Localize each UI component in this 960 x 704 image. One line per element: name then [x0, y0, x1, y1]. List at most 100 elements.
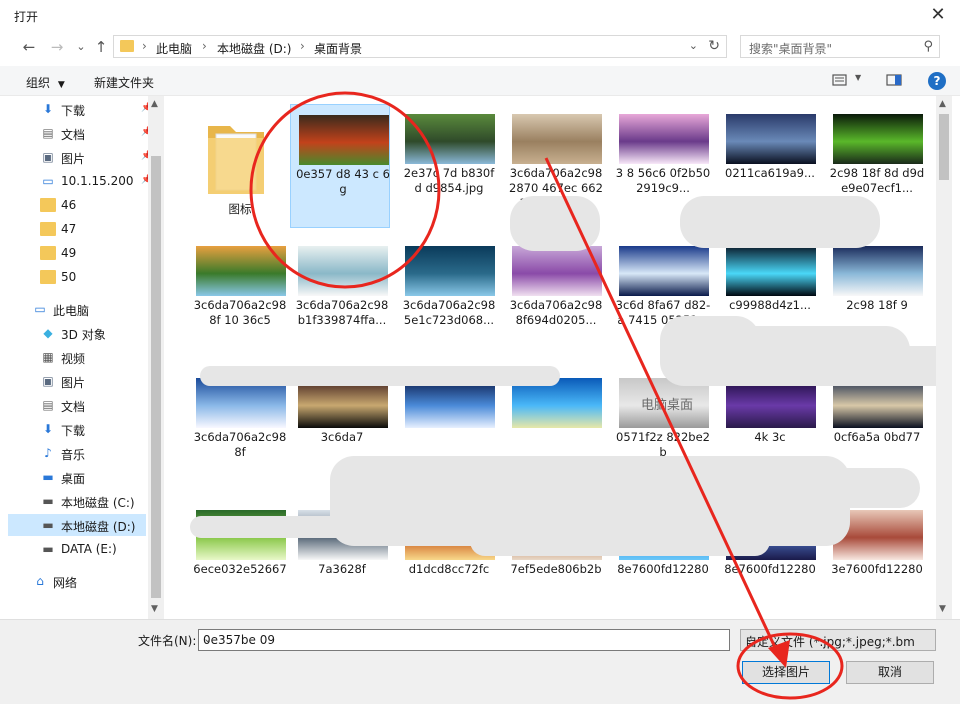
breadcrumb-drive-d[interactable]: 本地磁盘 (D:)	[217, 40, 291, 57]
breadcrumb-desktop-backgrounds[interactable]: 桌面背景	[314, 40, 362, 57]
sidebar-item[interactable]: ▣ 图片	[8, 370, 146, 392]
cancel-button[interactable]: 取消	[846, 661, 934, 684]
privacy-blur	[680, 196, 880, 248]
sidebar-item-label: 本地磁盘 (C:)	[61, 496, 135, 510]
sidebar-item-label: 下载	[61, 104, 86, 118]
organize-label: 组织	[26, 76, 51, 90]
sidebar-item-label: 视频	[61, 352, 86, 366]
file-item[interactable]: 3c6da706a2c98 8f694d0205...	[504, 236, 604, 360]
image-thumbnail	[833, 246, 923, 296]
folder-item[interactable]: 图标	[188, 104, 288, 228]
file-name-label: 3c6da706a2c98 8f694d0205...	[509, 298, 603, 327]
sidebar-item-label: 图片	[61, 376, 86, 390]
sidebar-item[interactable]: ▤ 文档 📌	[8, 122, 152, 144]
sidebar-item[interactable]: ▭ 10.1.15.200 📌	[8, 170, 152, 192]
sidebar-item[interactable]: ▦ 视频	[8, 346, 146, 368]
sidebar-item[interactable]: ▤ 文档	[8, 394, 146, 416]
file-item[interactable]: 3c6da706a2c98 8f	[188, 368, 288, 492]
sidebar-item[interactable]: ▬ DATA (E:)	[8, 538, 146, 560]
sidebar-item-label: 音乐	[61, 448, 86, 462]
chevron-right-icon[interactable]: ›	[202, 39, 207, 53]
file-type-filter[interactable]: 自定义文件 (*.jpg;*.jpeg;*.bmp;*. ⌄	[740, 629, 936, 651]
sidebar-item[interactable]: ⬇ 下载 📌	[8, 98, 152, 120]
filename-label: 文件名(N):	[138, 634, 197, 648]
network-icon: ⌂	[36, 574, 44, 588]
sidebar-item[interactable]: ▣ 图片 📌	[8, 146, 152, 168]
search-icon[interactable]: ⚲	[923, 39, 933, 54]
up-arrow-icon[interactable]: ↑	[92, 38, 110, 56]
scroll-down-icon[interactable]: ▼	[939, 604, 946, 614]
back-arrow-icon[interactable]: ←	[20, 38, 38, 56]
file-list-scrollbar[interactable]: ▲ ▼	[936, 96, 952, 619]
computer-icon: ▭	[34, 302, 46, 316]
chevron-right-icon[interactable]: ›	[300, 39, 305, 53]
sidebar-item[interactable]: ⬇ 下载	[8, 418, 146, 440]
sidebar-item[interactable]: 46	[8, 194, 146, 216]
chevron-down-icon[interactable]: ⌄	[203, 632, 725, 645]
file-name-label: 图标	[228, 202, 252, 216]
chevron-right-icon[interactable]: ›	[142, 39, 147, 53]
sidebar-item[interactable]: ▬ 桌面	[8, 466, 146, 488]
breadcrumb-this-pc[interactable]: 此电脑	[156, 40, 192, 57]
sidebar-item[interactable]: ♪ 音乐	[8, 442, 146, 464]
organize-menu[interactable]: 组织 ▼	[26, 74, 65, 91]
search-placeholder: 搜索"桌面背景"	[749, 42, 833, 56]
download-icon: ⬇	[42, 102, 54, 116]
recent-locations-icon[interactable]: ⌄	[72, 38, 90, 56]
sidebar-item-label: 49	[61, 246, 77, 260]
file-item[interactable]: 2e37c 7d b830f d d9854.jpg	[397, 104, 497, 228]
file-name-label: d1dcd8cc72fc	[408, 562, 490, 576]
sidebar-scrollbar[interactable]: ▲ ▼	[148, 96, 164, 619]
help-icon[interactable]: ?	[928, 72, 946, 90]
picture-icon: ▣	[42, 374, 54, 388]
file-name-label: 3c6da7	[320, 430, 364, 444]
file-item[interactable]: 3c6da706a2c98 5e1c723d068...	[397, 236, 497, 360]
sidebar-item[interactable]: 47	[8, 218, 146, 240]
scrollbar-thumb[interactable]	[939, 114, 949, 180]
image-thumbnail	[196, 246, 286, 296]
view-options-icon[interactable]	[832, 73, 848, 89]
chevron-down-icon[interactable]: ⌄	[745, 632, 915, 645]
sidebar-item[interactable]: 50	[8, 266, 146, 288]
file-name-label: 3c6da706a2c98 8f 10 36c5	[193, 298, 287, 327]
refresh-icon[interactable]: ↻	[708, 38, 720, 54]
folder-icon	[40, 222, 56, 236]
file-item[interactable]: 3c6da706a2c98 8f 10 36c5	[188, 236, 288, 360]
sidebar-item[interactable]: ⌂ 网络	[8, 570, 146, 592]
file-name-label: 3e7600fd12280	[831, 562, 923, 576]
file-list: 图标 0e357 d8 43 c 6 g 2e37c 7d b830f d d985…	[170, 96, 936, 619]
sidebar-item-label: 47	[61, 222, 77, 236]
chevron-down-icon[interactable]: ⌄	[689, 39, 698, 52]
close-icon[interactable]: ✕	[928, 4, 948, 26]
sidebar-item[interactable]: ▭ 此电脑	[8, 298, 146, 320]
privacy-blur	[830, 346, 936, 386]
sidebar-item[interactable]: 49	[8, 242, 146, 264]
desktop-icon: ▬	[42, 470, 54, 484]
image-thumbnail	[405, 246, 495, 296]
scroll-up-icon[interactable]: ▲	[151, 99, 158, 109]
scroll-down-icon[interactable]: ▼	[151, 604, 158, 614]
sidebar-item[interactable]: ▬ 本地磁盘 (C:)	[8, 490, 146, 512]
search-box[interactable]: 搜索"桌面背景" ⚲	[740, 35, 940, 58]
caret-down-icon[interactable]: ▼	[855, 73, 861, 89]
sidebar-item[interactable]: ▬ 本地磁盘 (D:)	[8, 514, 146, 536]
filename-field[interactable]: 0e357be 09 ⌄	[198, 629, 730, 651]
file-item[interactable]: 0e357 d8 43 c 6 g	[290, 104, 390, 228]
drive-icon: ▬	[42, 542, 54, 556]
sidebar-item[interactable]: ◆ 3D 对象	[8, 322, 146, 344]
scroll-up-icon[interactable]: ▲	[939, 99, 946, 109]
sidebar-item-label: 网络	[53, 576, 78, 590]
scrollbar-thumb[interactable]	[151, 156, 161, 598]
document-icon: ▤	[42, 126, 54, 140]
command-toolbar: 组织 ▼ 新建文件夹 ▼ ?	[0, 66, 960, 96]
file-item[interactable]: 3c6da706a2c98 b1f339874ffa...	[290, 236, 390, 360]
folder-icon	[40, 246, 56, 260]
preview-pane-icon[interactable]	[886, 73, 902, 89]
forward-arrow-icon[interactable]: →	[48, 38, 66, 56]
image-thumbnail	[833, 114, 923, 164]
image-thumbnail	[512, 114, 602, 164]
select-picture-button[interactable]: 选择图片	[742, 661, 830, 684]
address-bar[interactable]: › 此电脑 › 本地磁盘 (D:) › 桌面背景 ⌄ ↻	[113, 35, 727, 58]
file-name-label: 0211ca619a9...	[725, 166, 815, 180]
new-folder-button[interactable]: 新建文件夹	[94, 74, 154, 91]
